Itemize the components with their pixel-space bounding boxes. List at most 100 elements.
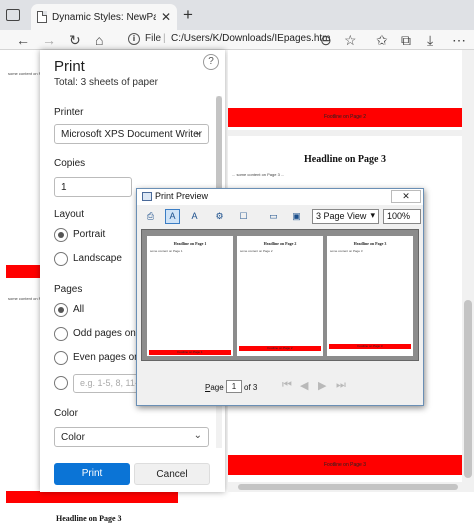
home-icon[interactable]: ⌂ <box>95 31 103 49</box>
pages-all-label: All <box>73 304 85 315</box>
cancel-button[interactable]: Cancel <box>134 463 210 485</box>
page-setup-icon[interactable]: ⚙ <box>212 209 227 224</box>
refresh-icon[interactable]: ↻ <box>69 31 81 49</box>
color-label: Color <box>54 408 78 419</box>
tab-actions-icon[interactable] <box>6 9 20 21</box>
page-headline: Headline on Page 2 <box>263 241 297 246</box>
page-footer-band: Footline on Page 3 <box>329 344 411 349</box>
print-title: Print <box>54 58 85 75</box>
close-button[interactable]: ✕ <box>391 190 421 203</box>
color-select[interactable]: Color ⌄ <box>54 427 209 447</box>
portrait-icon[interactable]: A <box>165 209 180 224</box>
scrollbar-thumb[interactable] <box>464 300 472 478</box>
printer-label: Printer <box>54 107 84 118</box>
address-separator: | <box>163 33 166 44</box>
preview-horizontal-scrollbar[interactable] <box>228 482 474 492</box>
page-headline: Headline on Page 1 <box>173 241 207 246</box>
info-icon[interactable]: i <box>128 33 140 45</box>
browser-tab[interactable]: Dynamic Styles: NewPage Breaks ✕ <box>31 4 177 30</box>
layout-label: Layout <box>54 209 85 220</box>
background-footer-band <box>6 265 40 278</box>
favorite-add-icon[interactable]: ☆ <box>344 31 357 49</box>
window-icon <box>142 192 152 201</box>
background-headline: Headline on Page 3 <box>56 514 122 523</box>
last-page-icon[interactable]: ⏭ <box>336 379 346 392</box>
preview-footer-band: Footline on Page 3 <box>228 455 462 475</box>
copies-label: Copies <box>54 158 86 169</box>
page-text: some content on Page 3 <box>330 249 363 253</box>
preview-toolbar: ⎙ A A ⚙ ☐ ▭ ▣ 3 Page View ▾ 100% <box>141 208 421 226</box>
address-bar[interactable]: C:/Users/K/Downloads/IEpages.htm <box>171 33 331 44</box>
page-text: some content on Page 1 <box>150 249 183 253</box>
preview-sheet: Footline on Page 2 <box>228 50 462 130</box>
preview-footer-band: Footline on Page 2 <box>228 108 462 127</box>
address-scheme: File <box>145 33 162 44</box>
page-count: of 3 <box>244 383 258 392</box>
page-number-input[interactable]: 1 <box>226 380 242 393</box>
page-headline: Headline on Page 3 <box>353 241 387 246</box>
print-button[interactable]: Print <box>54 463 130 485</box>
printer-value: Microsoft XPS Document Writer <box>61 129 202 140</box>
first-page-icon[interactable]: ⏮ <box>282 379 292 392</box>
page-icon <box>37 11 47 23</box>
color-value: Color <box>61 432 85 443</box>
page-footer-band: Footline on Page 2 <box>239 346 321 351</box>
downloads-icon[interactable]: ⤓ <box>427 31 433 49</box>
pages-custom-input[interactable]: e.g. 1-5, 8, 11-13 <box>73 374 145 393</box>
help-icon[interactable]: ? <box>203 54 219 70</box>
radio-pages-all[interactable] <box>54 303 68 317</box>
preview-page: Headline on Page 1 some content on Page … <box>147 236 233 356</box>
page-text: some content on Page 2 <box>240 249 273 253</box>
favorites-icon[interactable]: ✩ <box>376 31 388 49</box>
page-footer-band: Footline on Page 1 <box>149 350 231 355</box>
radio-landscape[interactable] <box>54 252 68 266</box>
window-title: Print Preview <box>155 191 209 201</box>
previous-page-icon[interactable]: ◀ <box>300 379 308 392</box>
zoom-select[interactable]: 100% <box>383 209 421 224</box>
scrollbar-thumb[interactable] <box>238 484 458 490</box>
full-page-icon[interactable]: ▣ <box>289 209 304 224</box>
radio-pages-odd[interactable] <box>54 327 68 341</box>
sheets-total: Total: 3 sheets of paper <box>54 77 158 88</box>
browser-toolbar: ← → ↻ ⌂ i File | C:/Users/K/Downloads/IE… <box>0 30 474 50</box>
landscape-label: Landscape <box>73 253 122 264</box>
collections-icon[interactable]: ⧉ <box>401 31 411 49</box>
printer-select[interactable]: Microsoft XPS Document Writer ⌄ <box>54 124 209 144</box>
preview-text: ... some content on Page 3 ... <box>232 172 285 177</box>
view-mode-select[interactable]: 3 Page View ▾ <box>312 209 379 224</box>
radio-pages-even[interactable] <box>54 351 68 365</box>
zoom-icon[interactable]: ⊖ <box>320 31 332 49</box>
radio-pages-custom[interactable] <box>54 376 68 390</box>
ie-print-preview-window: Print Preview ✕ ⎙ A A ⚙ ☐ ▭ ▣ 3 Page Vie… <box>136 188 424 406</box>
preview-page: Headline on Page 3 some content on Page … <box>327 236 413 356</box>
radio-portrait[interactable] <box>54 228 68 242</box>
full-width-icon[interactable]: ▭ <box>266 209 281 224</box>
landscape-icon[interactable]: A <box>187 209 202 224</box>
portrait-label: Portrait <box>73 229 106 240</box>
preview-vertical-scrollbar[interactable] <box>462 50 474 482</box>
back-icon[interactable]: ← <box>16 31 30 49</box>
print-icon[interactable]: ⎙ <box>143 209 158 224</box>
new-tab-button[interactable]: + <box>183 6 193 24</box>
tab-bar: Dynamic Styles: NewPage Breaks ✕ + <box>0 0 474 30</box>
preview-headline: Headline on Page 3 <box>304 154 386 165</box>
zoom-value: 100% <box>387 211 411 221</box>
page-nav-label: Page <box>205 383 224 392</box>
preview-page: Headline on Page 2 some content on Page … <box>237 236 323 356</box>
window-titlebar[interactable]: Print Preview ✕ <box>137 189 423 205</box>
background-footer-band <box>6 491 178 503</box>
chevron-down-icon: ⌄ <box>193 127 202 138</box>
page-label-rest: age <box>210 383 224 392</box>
next-page-icon[interactable]: ▶ <box>318 379 326 392</box>
view-mode-value: 3 Page View <box>316 211 367 221</box>
pages-odd-label: Odd pages only <box>73 328 144 339</box>
forward-icon[interactable]: → <box>42 31 56 49</box>
pages-label: Pages <box>54 284 83 295</box>
more-icon[interactable]: ⋯ <box>452 31 466 49</box>
preview-stage: Headline on Page 1 some content on Page … <box>141 229 419 361</box>
tab-close-icon[interactable]: ✕ <box>161 10 171 24</box>
tab-title: Dynamic Styles: NewPage Breaks <box>52 11 156 23</box>
header-footer-icon[interactable]: ☐ <box>236 209 251 224</box>
copies-input[interactable]: 1 <box>54 177 132 197</box>
chevron-down-icon: ▾ <box>370 210 375 220</box>
